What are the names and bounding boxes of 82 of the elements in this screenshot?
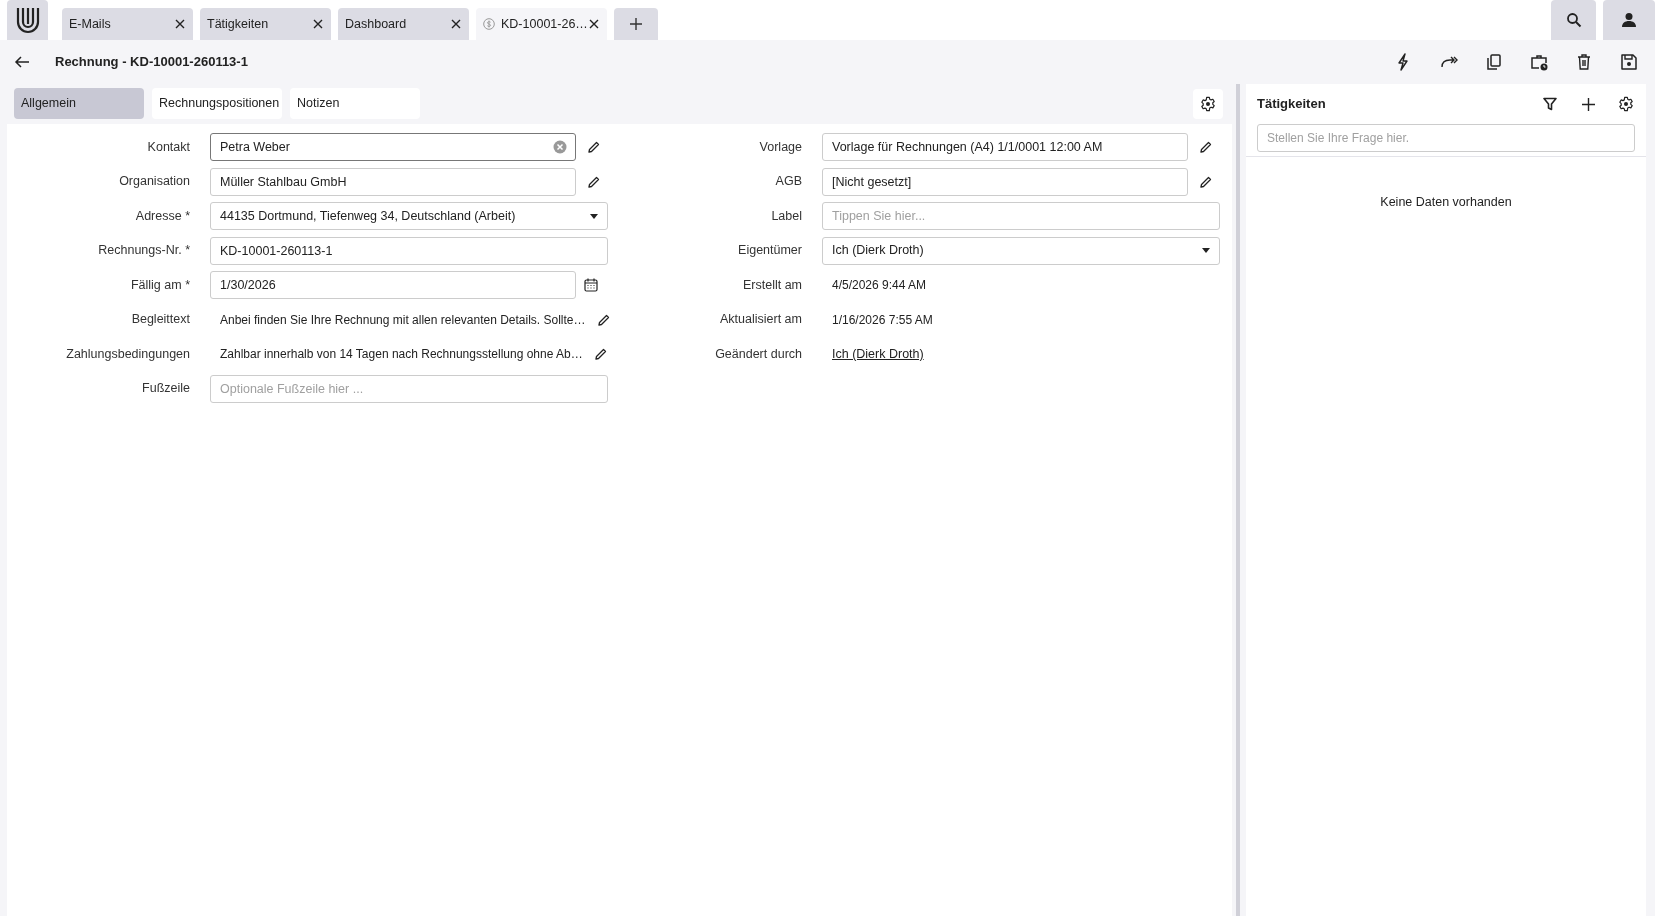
coin-icon: [483, 18, 495, 30]
pencil-icon: [588, 141, 600, 154]
settings-icon: [1618, 96, 1634, 112]
field-value: 4/5/2026 9:44 AM: [832, 277, 927, 295]
field-label: Organisation: [118, 173, 190, 191]
user-button[interactable]: [1603, 0, 1655, 40]
pencil-icon: [597, 313, 610, 326]
close-tab-button[interactable]: [588, 18, 600, 30]
field-label: Zahlungsbedingungen: [65, 345, 190, 363]
input-field[interactable]: [Nicht gesetzt]: [822, 167, 1188, 196]
panel-title: Tätigkeiten: [1257, 95, 1326, 114]
app-tab[interactable]: E-Mails: [62, 8, 193, 40]
pencil-icon: [594, 348, 607, 361]
input-field[interactable]: KD-10001-260113-1: [210, 236, 608, 265]
field-label: AGB: [774, 173, 802, 191]
field-value: Zahlbar innerhalb von 14 Tagen nach Rechnungsstellung ohne Ab…: [220, 346, 583, 364]
close-tab-button[interactable]: [312, 18, 324, 30]
calendar-button[interactable]: [584, 278, 598, 293]
close-tab-button[interactable]: [174, 18, 186, 30]
field-label: Fußzeile: [141, 380, 190, 398]
add-tab-button[interactable]: [614, 8, 658, 40]
plus-icon: [629, 17, 643, 31]
empty-message: Keine Daten vorhanden: [1380, 194, 1512, 211]
add-button[interactable]: [1579, 95, 1597, 113]
field-value: Anbei finden Sie Ihre Rechnung mit allen relevanten Details. Sollte…: [220, 311, 586, 329]
tab[interactable]: Rechnungspositionen: [152, 88, 282, 119]
field-label: Kontakt: [146, 138, 190, 156]
input-field[interactable]: Optionale Fußzeile hier ...: [210, 374, 608, 403]
edit-button[interactable]: [587, 140, 601, 155]
app-logo[interactable]: [7, 0, 48, 40]
field-label: Fällig am *: [129, 276, 190, 294]
briefcase-clock-icon: [1530, 53, 1548, 71]
pencil-icon: [588, 175, 600, 188]
edit-button[interactable]: [596, 312, 611, 327]
search-field[interactable]: Stellen Sie Ihre Frage hier.: [1257, 124, 1635, 152]
user-icon: [1621, 12, 1637, 28]
field-label: Eigentümer: [737, 242, 802, 260]
tab[interactable]: Allgemein: [14, 88, 144, 119]
clear-button[interactable]: [553, 140, 567, 155]
edit-button[interactable]: [1199, 174, 1213, 189]
input-field[interactable]: Petra Weber: [210, 133, 576, 162]
settings-icon: [1200, 95, 1216, 112]
filter-button[interactable]: [1541, 95, 1559, 113]
input-field[interactable]: Vorlage für Rechnungen (A4) 1/1/0001 12:00 AM: [822, 133, 1188, 162]
pencil-icon: [1200, 175, 1212, 188]
app-tab[interactable]: Tätigkeiten: [200, 8, 331, 40]
edit-button[interactable]: [593, 347, 608, 362]
calendar-icon: [584, 278, 598, 293]
date-field[interactable]: 1/30/2026: [210, 271, 576, 300]
copy-icon: [1485, 53, 1503, 71]
field-label: Label: [770, 207, 802, 225]
caret-icon: [1202, 248, 1210, 254]
input-field[interactable]: Müller Stahlbau GmbH: [210, 167, 576, 196]
trash-icon: [1575, 53, 1593, 71]
field-label: Begleittext: [130, 311, 190, 329]
field-label: Aktualisiert am: [719, 311, 802, 329]
page-title: Rechnung - KD-10001-260113-1: [55, 53, 248, 72]
user-link[interactable]: Ich (Dierk Droth): [832, 344, 924, 364]
search-icon: [1565, 12, 1582, 28]
dropdown[interactable]: 44135 Dortmund, Tiefenweg 34, Deutschland (Arbeit): [210, 202, 608, 231]
save-icon: [1620, 53, 1638, 71]
clear-icon: [553, 140, 567, 155]
field-label: Erstellt am: [741, 276, 802, 294]
settings-button[interactable]: [1193, 88, 1223, 119]
settings-button[interactable]: [1617, 95, 1635, 113]
caret-icon: [590, 213, 598, 219]
edit-button[interactable]: [587, 174, 601, 189]
search-button[interactable]: [1551, 0, 1596, 40]
dropdown[interactable]: Ich (Dierk Droth): [822, 236, 1220, 265]
field-label: Geändert durch: [714, 345, 802, 363]
app-tab[interactable]: Dashboard: [338, 8, 469, 40]
pencil-icon: [1200, 141, 1212, 154]
field-label: Vorlage: [758, 138, 802, 156]
close-tab-button[interactable]: [450, 18, 462, 30]
app-tab[interactable]: KD-10001-26…: [476, 8, 607, 40]
back-button[interactable]: [14, 54, 30, 70]
field-label: Rechnungs-Nr. *: [97, 242, 190, 260]
field-value: 1/16/2026 7:55 AM: [832, 311, 933, 329]
edit-button[interactable]: [1199, 140, 1213, 155]
tab[interactable]: Notizen: [290, 88, 420, 119]
field-label: Adresse *: [134, 207, 190, 225]
input-field[interactable]: Tippen Sie hier...: [822, 202, 1220, 231]
